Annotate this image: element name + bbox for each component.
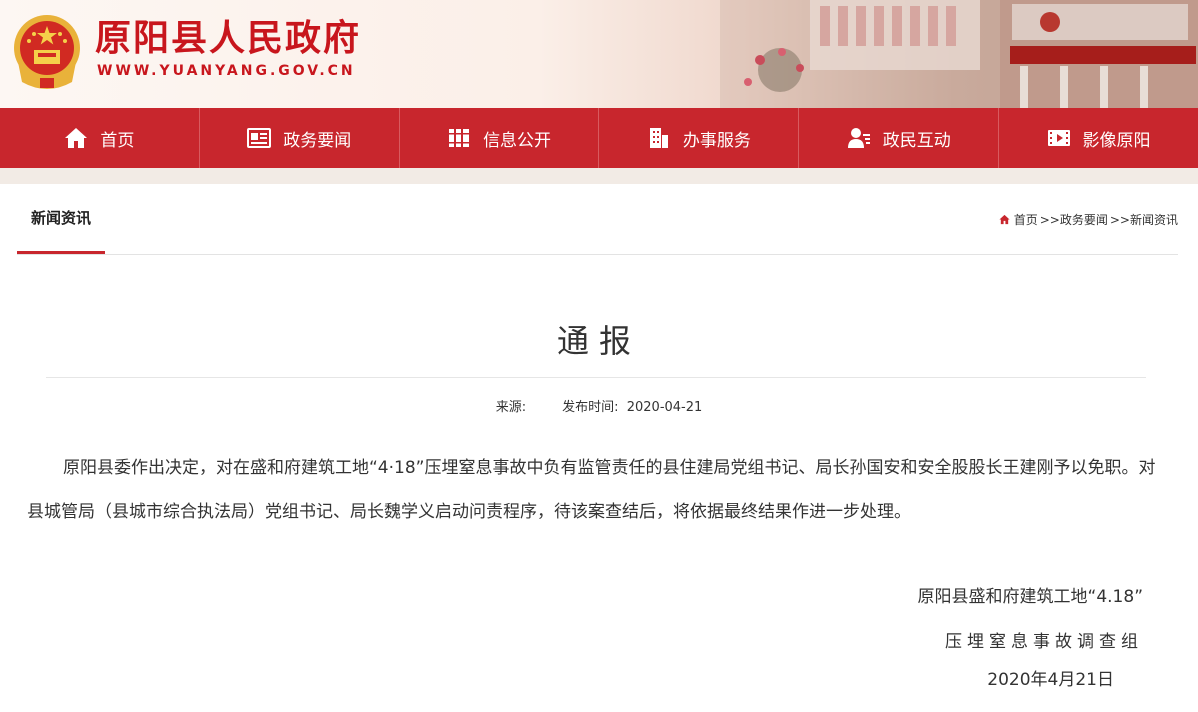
newspaper-icon: [247, 128, 272, 148]
site-url: WWW.YUANYANG.GOV.CN: [97, 63, 356, 79]
site-title: 原阳县人民政府: [95, 17, 362, 59]
nav-services[interactable]: 办事服务: [599, 108, 800, 168]
publish-date: 2020-04-21: [626, 400, 703, 415]
breadcrumb-home-link[interactable]: 首页: [1014, 211, 1038, 228]
breadcrumb-government-news-link[interactable]: >>政务要闻: [1040, 211, 1108, 228]
books-icon: [449, 129, 470, 147]
building-icon: [649, 128, 668, 148]
article-title: 通报: [556, 322, 641, 360]
article-meta: 来源: 发布时间: 2020-04-21: [0, 396, 1198, 415]
nav-bottom-strip: [0, 168, 1198, 184]
signature-line-1: 原阳县盛和府建筑工地“4.18”: [917, 587, 1143, 607]
breadcrumb-news-link[interactable]: >>新闻资讯: [1110, 211, 1178, 228]
nav-label: 信息公开: [483, 130, 552, 151]
government-building-image: [720, 0, 1198, 108]
national-emblem-icon: [14, 15, 80, 89]
nav-label: 政民互动: [882, 130, 951, 151]
nav-public-interaction[interactable]: 政民互动: [799, 108, 1000, 168]
nav-label: 影像原阳: [1082, 130, 1151, 151]
nav-label: 首页: [100, 130, 135, 151]
article-paragraph: 原阳县委作出决定，对在盛和府建筑工地“4·18”压埋窒息事故中负有监管责任的县住…: [27, 458, 1156, 522]
nav-label: 政务要闻: [283, 130, 352, 151]
nav-information-disclosure[interactable]: 信息公开: [400, 108, 600, 168]
signature-line-2: 压埋窒息事故调查组: [945, 632, 1143, 652]
main-nav: 首页 政务要闻 信息公开 办事服务 政民互动 影像原阳: [0, 108, 1198, 168]
nav-label: 办事服务: [682, 130, 751, 151]
publish-time-label: 发布时间:: [562, 400, 619, 415]
section-bar: 新闻资讯 首页 >>政务要闻 >>新闻资讯: [17, 184, 1178, 255]
section-tab-news[interactable]: 新闻资讯: [17, 184, 105, 254]
title-divider: [46, 377, 1146, 378]
film-icon: [1047, 130, 1070, 146]
nav-yuanyang-images[interactable]: 影像原阳: [999, 108, 1198, 168]
home-icon: [65, 128, 88, 148]
user-chat-icon: [847, 128, 870, 148]
nav-home[interactable]: 首页: [0, 108, 200, 168]
nav-government-news[interactable]: 政务要闻: [200, 108, 400, 168]
breadcrumb: 首页 >>政务要闻 >>新闻资讯: [999, 184, 1178, 254]
home-icon: [999, 214, 1010, 224]
header-banner: 原阳县人民政府 WWW.YUANYANG.GOV.CN: [0, 0, 1198, 108]
source-label: 来源:: [495, 400, 527, 415]
signature-date: 2020年4月21日: [987, 670, 1114, 690]
